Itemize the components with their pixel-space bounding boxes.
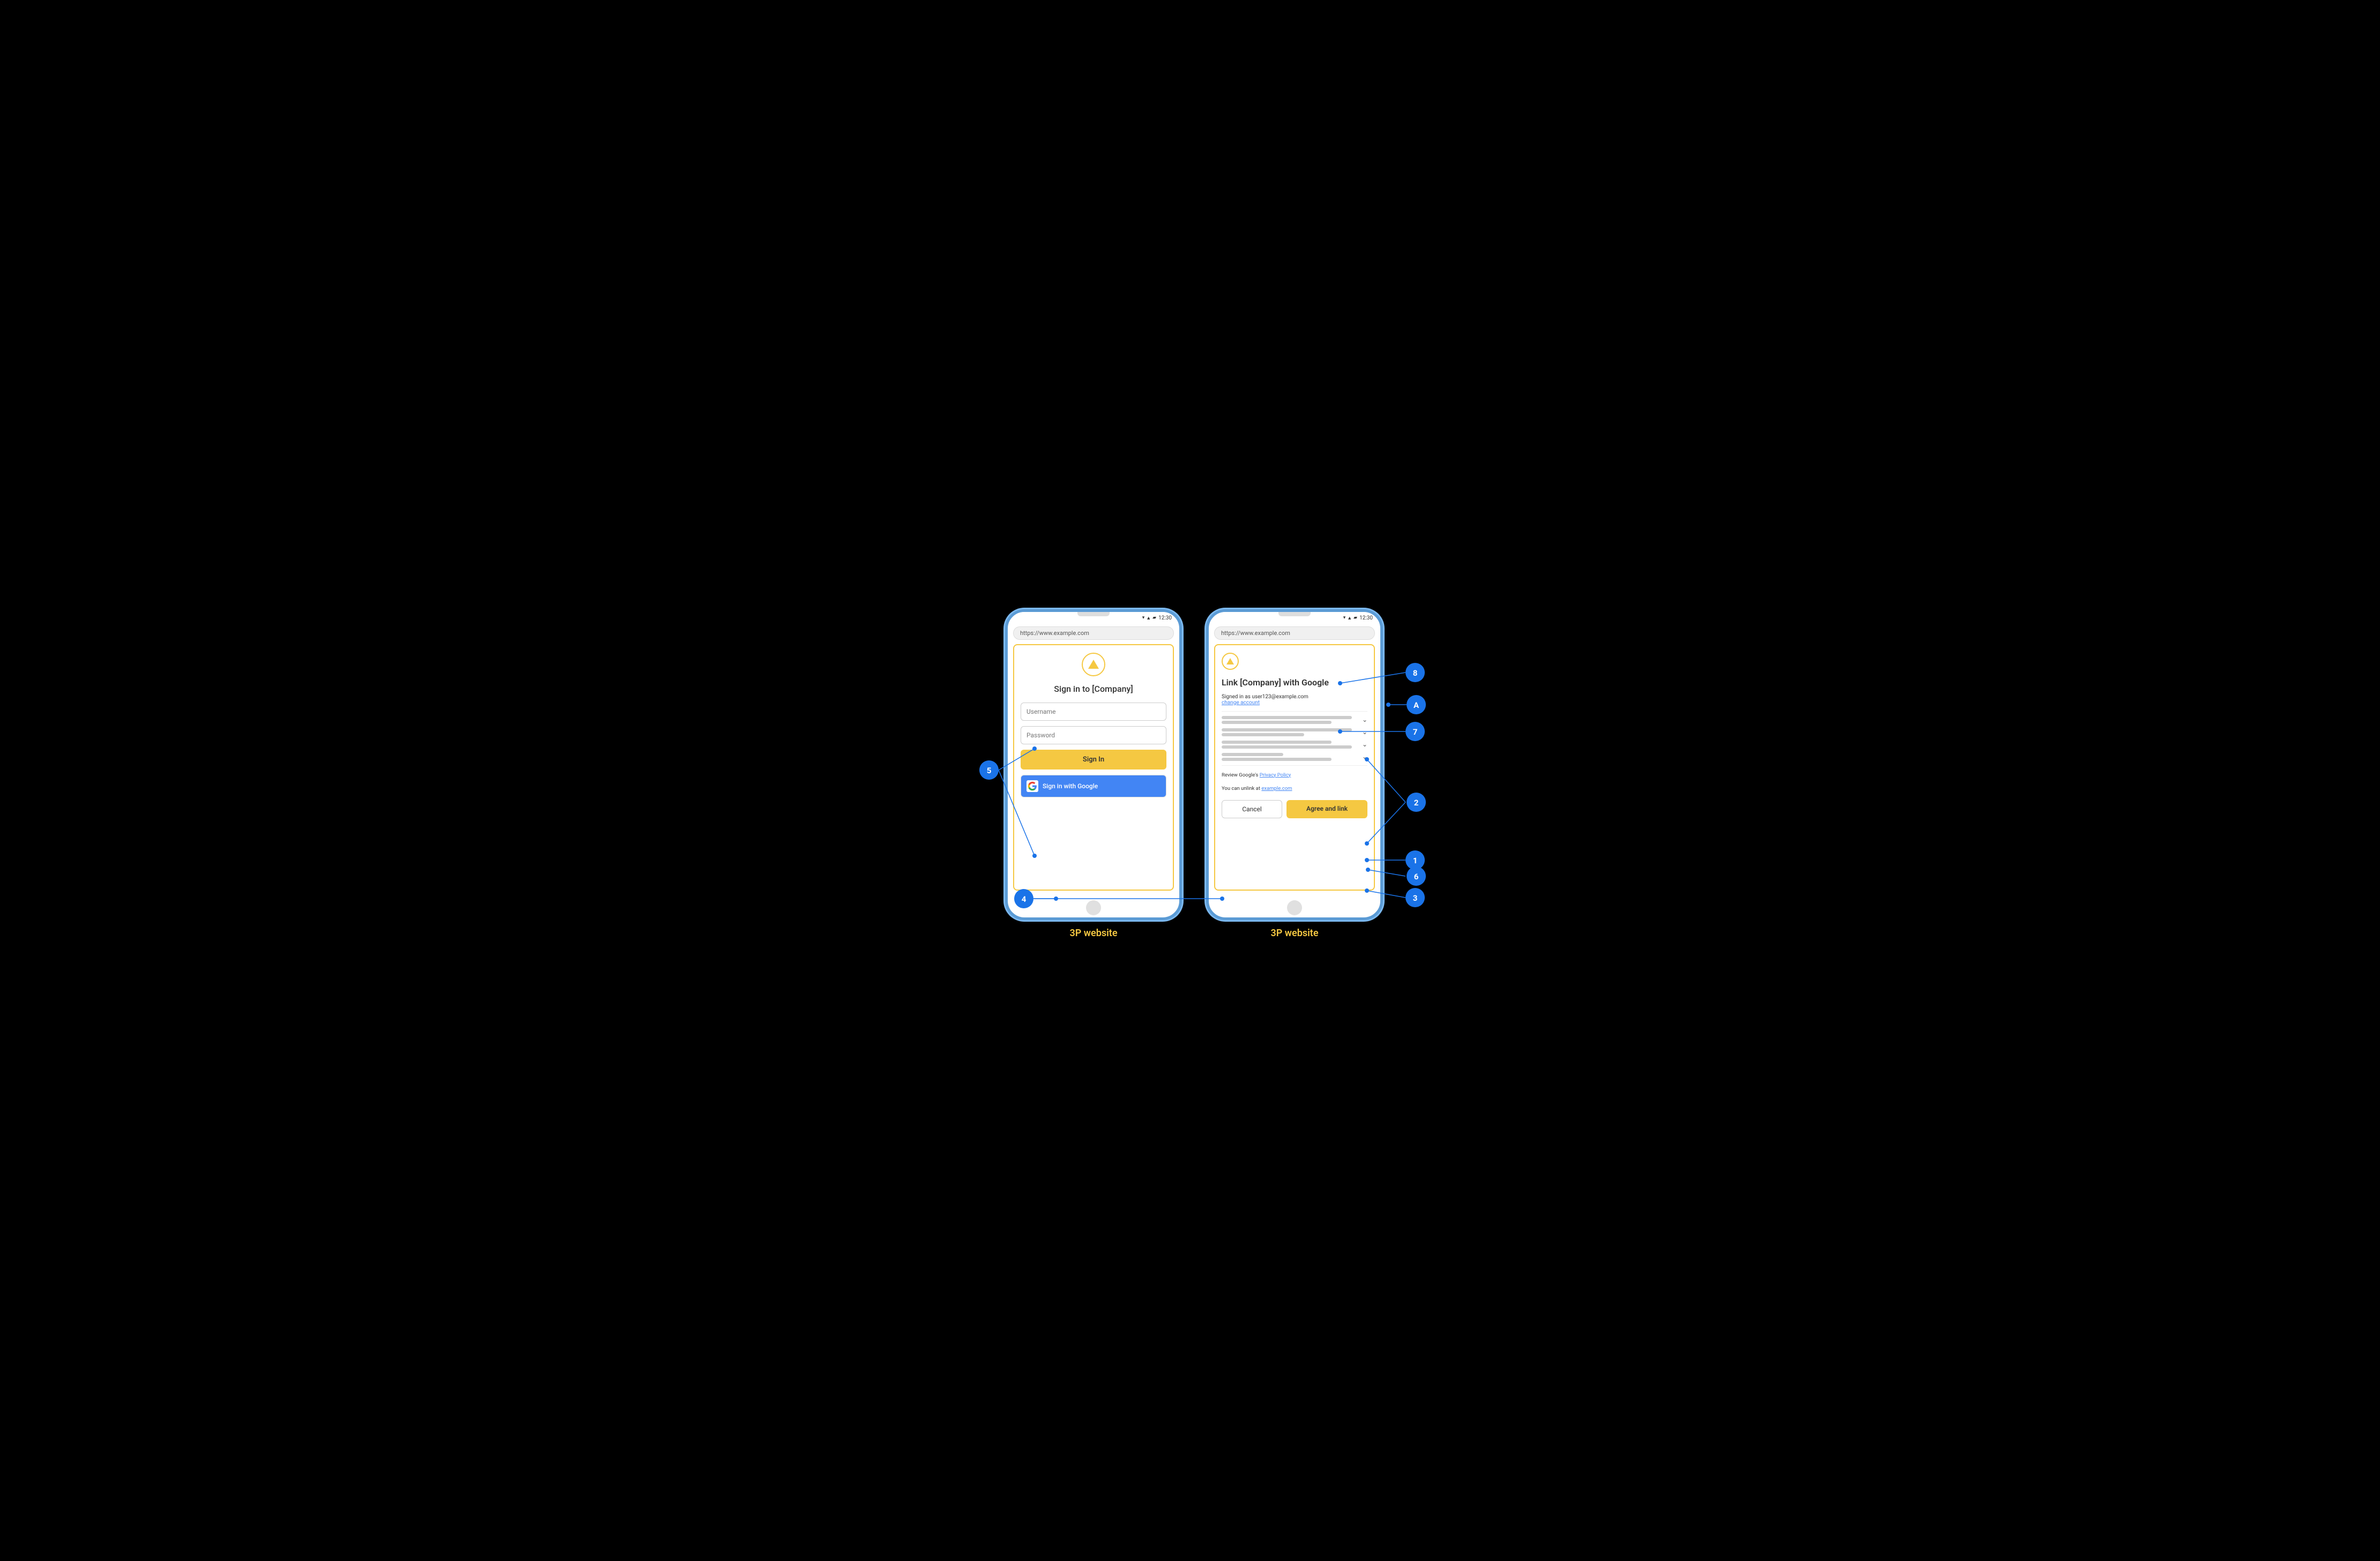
diagram-container: 5 4 8 A 7 2 1 — [906, 593, 1474, 968]
home-circle-left — [1086, 900, 1101, 915]
svg-text:5: 5 — [987, 766, 992, 775]
password-field[interactable]: Password — [1021, 726, 1166, 744]
permission-row-1: ⌄ — [1222, 716, 1367, 724]
svg-text:6: 6 — [1414, 872, 1419, 882]
left-phone: ▾ ▲ ▰ 12:30 https://www.example.com Sign… — [1005, 609, 1182, 920]
unlink-link[interactable]: example.com — [1261, 786, 1292, 791]
perm-bar — [1222, 716, 1352, 719]
account-info: Signed in as user123@example.com change … — [1222, 694, 1367, 706]
chevron-icon-4[interactable]: ⌄ — [1362, 753, 1367, 760]
status-icons-left: ▾ ▲ ▰ — [1142, 615, 1156, 621]
right-phone: ▾ ▲ ▰ 12:30 https://www.example.com Link… — [1206, 609, 1383, 920]
battery-icon: ▰ — [1152, 615, 1156, 621]
agree-and-link-button[interactable]: Agree and link — [1286, 800, 1367, 818]
svg-text:8: 8 — [1413, 668, 1418, 678]
svg-text:1: 1 — [1413, 856, 1418, 865]
perm-bar — [1222, 758, 1332, 761]
home-button-left — [1008, 896, 1179, 917]
perm-bars-3 — [1222, 741, 1359, 749]
link-title: Link [Company] with Google — [1222, 677, 1367, 688]
policy-text-2: You can unlink at — [1222, 786, 1261, 791]
company-logo-left — [1021, 653, 1166, 676]
username-field[interactable]: Username — [1021, 703, 1166, 721]
perm-bar — [1222, 745, 1352, 749]
address-bar-left: https://www.example.com — [1013, 626, 1174, 640]
right-phone-content: Link [Company] with Google Signed in as … — [1214, 644, 1375, 891]
logo-title-row — [1222, 653, 1367, 670]
policy-text-1: Review Google's — [1222, 772, 1260, 778]
google-btn-label: Sign in with Google — [1043, 782, 1098, 790]
home-button-right — [1209, 896, 1380, 917]
svg-text:A: A — [1414, 700, 1419, 710]
perm-bars-2 — [1222, 728, 1359, 736]
change-account-link[interactable]: change account — [1222, 700, 1367, 706]
policy-row-2: You can unlink at example.com — [1222, 785, 1367, 793]
signal-icon-r: ▲ — [1347, 615, 1352, 621]
cancel-button[interactable]: Cancel — [1222, 800, 1282, 818]
wifi-icon-r: ▾ — [1343, 615, 1346, 621]
sign-in-button[interactable]: Sign In — [1021, 750, 1166, 770]
google-g-icon — [1028, 781, 1037, 791]
left-phone-content: Sign in to [Company] Username Password S… — [1013, 644, 1174, 891]
permissions-section: ⌄ ⌄ — [1222, 711, 1367, 766]
perm-bars-4 — [1222, 753, 1359, 761]
perm-bar — [1222, 753, 1283, 756]
phone-notch-left — [1077, 612, 1110, 616]
chevron-icon-2[interactable]: ⌄ — [1362, 728, 1367, 736]
perm-bar — [1222, 741, 1332, 744]
google-sign-in-button[interactable]: Sign in with Google — [1021, 775, 1166, 797]
right-phone-wrapper: ▾ ▲ ▰ 12:30 https://www.example.com Link… — [1206, 609, 1383, 939]
svg-text:7: 7 — [1413, 727, 1418, 737]
action-buttons: Cancel Agree and link — [1222, 800, 1367, 818]
sign-in-title: Sign in to [Company] — [1021, 684, 1166, 694]
permission-row-3: ⌄ — [1222, 741, 1367, 749]
perm-bars-1 — [1222, 716, 1359, 724]
label-left: 3P website — [1069, 928, 1117, 939]
signal-icon: ▲ — [1146, 615, 1151, 621]
left-phone-screen: https://www.example.com Sign in to [Comp… — [1008, 623, 1179, 896]
home-circle-right — [1287, 900, 1302, 915]
right-phone-screen: https://www.example.com Link [Company] w… — [1209, 623, 1380, 896]
left-phone-wrapper: ▾ ▲ ▰ 12:30 https://www.example.com Sign… — [1005, 609, 1182, 939]
battery-icon-r: ▰ — [1353, 615, 1357, 621]
company-logo-right — [1222, 653, 1239, 670]
wifi-icon: ▾ — [1142, 615, 1145, 621]
svg-text:2: 2 — [1414, 798, 1419, 808]
time-left: 12:30 — [1158, 615, 1172, 621]
logo-circle-left — [1082, 653, 1105, 676]
connector-lines: 5 4 8 A 7 2 1 — [906, 593, 1474, 968]
policy-row-1: Review Google's Privacy Policy — [1222, 771, 1367, 779]
permission-row-4: ⌄ — [1222, 753, 1367, 761]
time-right: 12:30 — [1359, 615, 1373, 621]
svg-text:3: 3 — [1413, 893, 1418, 903]
privacy-policy-link[interactable]: Privacy Policy — [1260, 772, 1291, 778]
permission-row-2: ⌄ — [1222, 728, 1367, 736]
label-right: 3P website — [1270, 928, 1318, 939]
chevron-icon-3[interactable]: ⌄ — [1362, 741, 1367, 748]
logo-triangle-left — [1088, 660, 1099, 669]
phone-notch-right — [1278, 612, 1311, 616]
address-bar-right: https://www.example.com — [1214, 626, 1375, 640]
google-icon-box — [1027, 780, 1038, 792]
perm-bar — [1222, 721, 1332, 724]
logo-triangle-right — [1226, 658, 1234, 664]
status-icons-right: ▾ ▲ ▰ — [1343, 615, 1357, 621]
chevron-icon-1[interactable]: ⌄ — [1362, 716, 1367, 723]
signed-in-text: Signed in as user123@example.com — [1222, 694, 1367, 700]
perm-bar — [1222, 733, 1304, 736]
perm-bar — [1222, 728, 1352, 731]
